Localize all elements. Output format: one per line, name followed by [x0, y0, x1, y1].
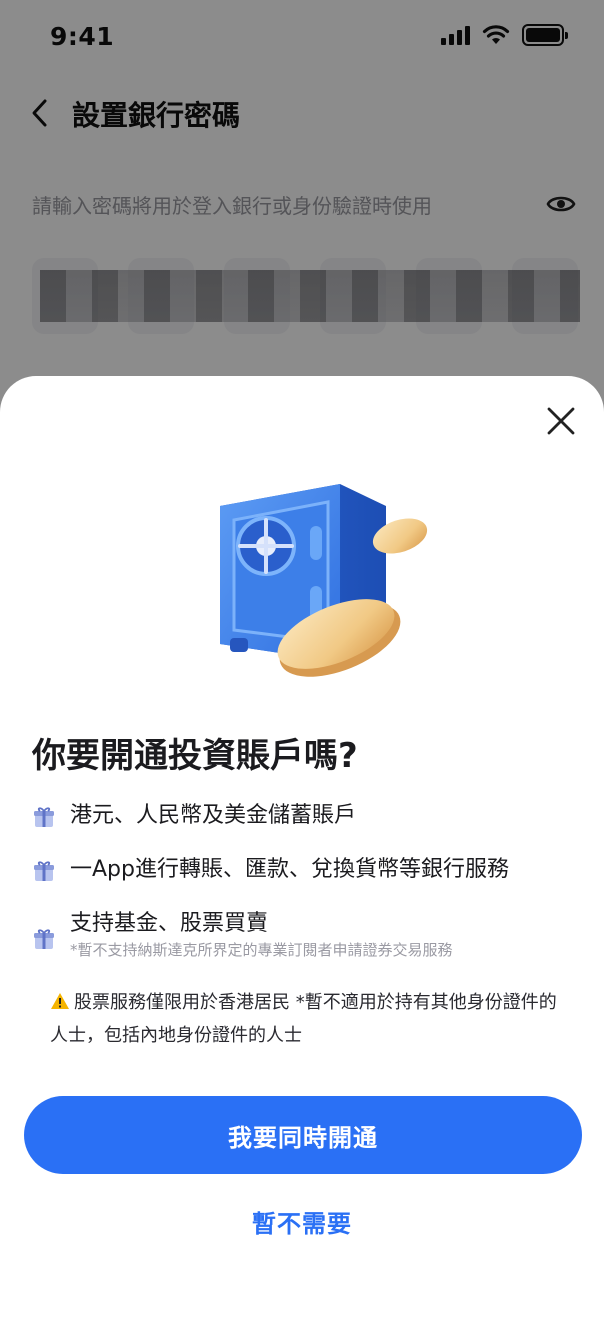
benefit-note: *暫不支持納斯達克所界定的專業訂閱者申請證券交易服務 — [70, 941, 453, 959]
open-investment-account-sheet: 你要開通投資賬戶嗎? 港元、人民幣及美金儲蓄賬戶 一App進行轉賬、匯款、兌換貨… — [0, 376, 604, 1334]
benefit-text: 支持基金、股票買賣 — [70, 911, 269, 936]
gift-icon — [34, 861, 54, 881]
benefit-item: 支持基金、股票買賣 *暫不支持納斯達克所界定的專業訂閱者申請證券交易服務 — [32, 909, 572, 961]
benefit-text: 一App進行轉賬、匯款、兌換貨幣等銀行服務 — [70, 857, 509, 882]
safe-illustration — [220, 484, 428, 677]
gift-icon — [34, 807, 54, 827]
benefit-text: 港元、人民幣及美金儲蓄賬戶 — [70, 803, 357, 828]
close-icon — [547, 407, 575, 435]
benefit-item: 一App進行轉賬、匯款、兌換貨幣等銀行服務 — [32, 855, 572, 885]
not-now-button[interactable]: 暫不需要 — [152, 1196, 452, 1246]
warning-text: 股票服務僅限用於香港居民 *暫不適用於持有其他身份證件的人士，包括內地身份證件的… — [50, 992, 557, 1046]
sheet-title: 你要開通投資賬戶嗎? — [32, 736, 358, 776]
enable-both-button[interactable]: 我要同時開通 — [24, 1096, 582, 1174]
benefits-list: 港元、人民幣及美金儲蓄賬戶 一App進行轉賬、匯款、兌換貨幣等銀行服務 支持基金… — [32, 801, 572, 985]
benefit-item: 港元、人民幣及美金儲蓄賬戶 — [32, 801, 572, 831]
warning-icon — [51, 993, 69, 1009]
warning-notice: 股票服務僅限用於香港居民 *暫不適用於持有其他身份證件的人士，包括內地身份證件的… — [50, 986, 560, 1052]
close-button[interactable] — [544, 404, 578, 438]
gift-icon — [34, 929, 54, 949]
